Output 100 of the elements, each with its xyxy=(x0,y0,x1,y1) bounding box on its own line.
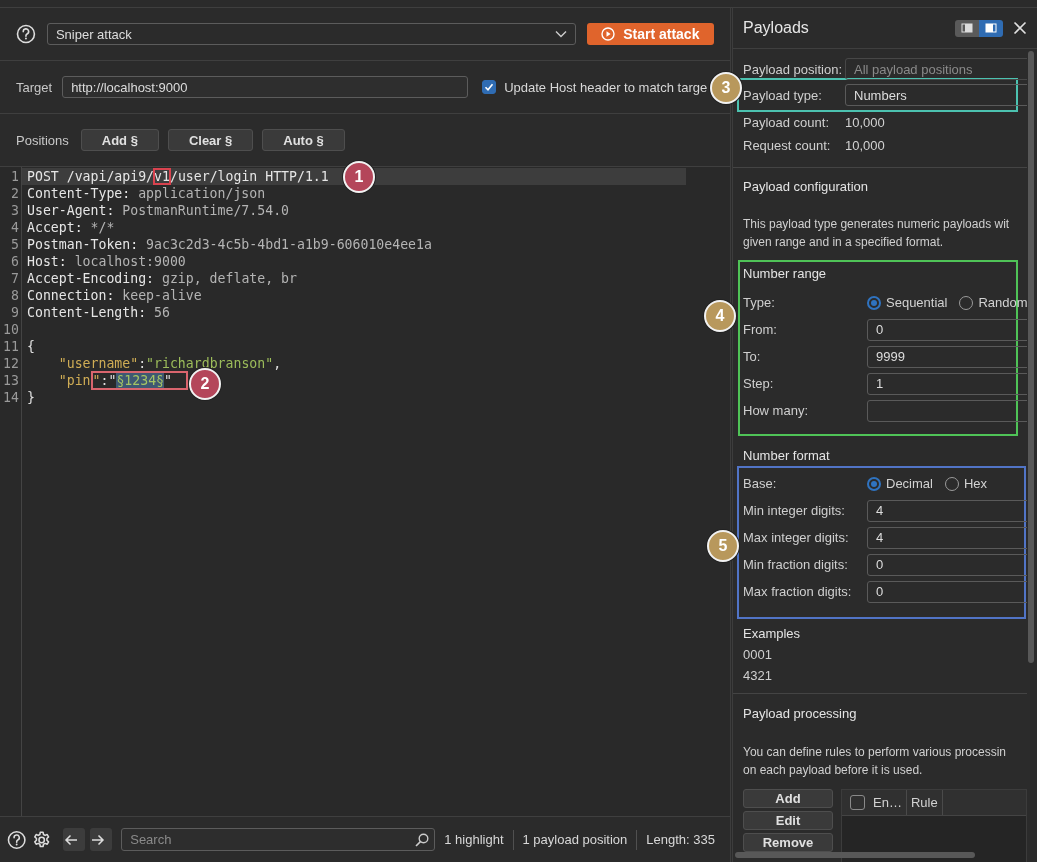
scrollbar[interactable] xyxy=(735,852,975,858)
line-number: 7 xyxy=(10,270,19,287)
code-line: } xyxy=(26,389,36,406)
rule-button[interactable]: Edit xyxy=(743,811,833,830)
field-label: Max integer digits: xyxy=(743,530,850,545)
code-line: Accept: */* xyxy=(26,219,116,236)
input-field[interactable]: 0 xyxy=(867,580,1027,603)
line-number: 10 xyxy=(2,321,19,338)
forward-arrow-button[interactable] xyxy=(89,828,113,851)
line-number: 5 xyxy=(10,236,19,253)
example-value: 4321 xyxy=(743,667,773,685)
annotation-badge: 5 xyxy=(707,530,739,562)
field-label: Base: xyxy=(743,476,778,491)
line-number: 6 xyxy=(10,253,19,270)
settings-icon[interactable] xyxy=(32,829,52,850)
code-line: Content-Length: 56 xyxy=(26,304,171,321)
play-circle-icon xyxy=(601,27,616,41)
field-label: Payload position: xyxy=(743,61,843,77)
rule-button[interactable]: Remove xyxy=(743,833,833,852)
line-number: 14 xyxy=(2,389,19,406)
description-text: given range and in a specified format. xyxy=(743,234,945,251)
check-icon xyxy=(484,82,495,92)
input-field[interactable]: 0 xyxy=(867,318,1027,341)
target-url-field[interactable]: http://localhost:9000 xyxy=(62,76,469,98)
radio-button[interactable] xyxy=(867,476,881,491)
panel-title: Payloads xyxy=(743,19,810,37)
radio-button[interactable] xyxy=(867,295,881,310)
description-text: on each payload before it is used. xyxy=(743,762,924,779)
field-label: Payload count: xyxy=(743,115,830,130)
field-label: To: xyxy=(743,349,762,364)
input-field[interactable] xyxy=(867,399,1027,422)
line-number: 11 xyxy=(2,338,19,355)
checkbox[interactable] xyxy=(850,795,865,810)
field-label: Step: xyxy=(743,376,775,391)
target-label: Target xyxy=(16,79,53,95)
radio-option[interactable]: Hex xyxy=(944,476,988,491)
back-arrow-icon xyxy=(63,833,78,846)
line-number: 13 xyxy=(2,372,19,389)
input-field[interactable]: 4 xyxy=(867,526,1027,549)
input-field[interactable]: 9999 xyxy=(867,345,1027,368)
column-header[interactable]: En… xyxy=(842,790,907,815)
radio-option[interactable]: Decimal xyxy=(867,476,933,491)
search-field[interactable]: Search xyxy=(121,828,436,851)
help-icon[interactable] xyxy=(16,24,36,44)
code-line: Host: localhost:9000 xyxy=(26,253,187,270)
left-panel-icon xyxy=(961,23,973,33)
search-icon[interactable] xyxy=(415,833,430,847)
attack-type-dropdown[interactable]: Sniper attack xyxy=(46,23,576,45)
layout-toggle[interactable] xyxy=(979,19,1003,37)
code-line: Accept-Encoding: gzip, deflate, br xyxy=(26,270,298,287)
line-number: 12 xyxy=(2,355,19,372)
field-label: Request count: xyxy=(743,138,832,153)
radio-option[interactable]: Sequential xyxy=(867,295,948,310)
input-field[interactable]: 0 xyxy=(867,553,1027,576)
checkbox-label: Update Host header to match targe xyxy=(504,79,708,95)
chevron-down-icon xyxy=(554,30,567,38)
code-line: Postman-Token: 9ac3c2d3-4c5b-4bd1-a1b9-606010e4ee1a xyxy=(26,236,433,253)
section-title: Payload processing xyxy=(743,705,858,723)
field-label: How many: xyxy=(743,403,810,418)
section-title: Number format xyxy=(743,447,831,465)
count-value: 10,000 xyxy=(845,115,885,130)
field-label: From: xyxy=(743,322,778,337)
section-title: Payload configuration xyxy=(743,178,870,196)
close-icon[interactable] xyxy=(1013,21,1027,35)
line-number: 9 xyxy=(10,304,19,321)
code-line: Connection: keep-alive xyxy=(26,287,203,304)
description-text: You can define rules to perform various processin xyxy=(743,744,1008,761)
input-field[interactable]: 4 xyxy=(867,499,1027,522)
help-icon[interactable] xyxy=(7,829,27,850)
back-arrow-button[interactable] xyxy=(62,828,85,851)
field-label: Payload type: xyxy=(743,87,823,103)
input-field[interactable]: 1 xyxy=(867,372,1027,395)
scrollbar[interactable] xyxy=(1028,51,1034,663)
forward-arrow-icon xyxy=(91,833,106,846)
field-label: Min fraction digits: xyxy=(743,557,849,572)
column-header[interactable]: Rule xyxy=(906,790,943,815)
checkbox[interactable] xyxy=(482,80,497,94)
position-button[interactable]: Auto § xyxy=(262,129,345,151)
line-number: 8 xyxy=(10,287,19,304)
status-text: 1 payload position xyxy=(512,829,637,850)
right-panel-icon xyxy=(985,23,997,33)
position-button[interactable]: Clear § xyxy=(167,129,254,151)
count-value: 10,000 xyxy=(845,138,885,153)
annotation-badge: 1 xyxy=(343,161,375,193)
code-line: { xyxy=(26,338,36,355)
section-title: Number range xyxy=(743,265,828,283)
status-text: 1 highlight xyxy=(443,830,505,849)
line-number: 1 xyxy=(10,168,19,185)
example-value: 0001 xyxy=(743,646,773,664)
status-text: Length: 335 xyxy=(636,829,724,850)
code-line: User-Agent: PostmanRuntime/7.54.0 xyxy=(26,202,290,219)
annotation-badge: 3 xyxy=(710,72,742,104)
field-label: Type: xyxy=(743,295,776,310)
input-field[interactable]: Numbers xyxy=(845,84,1027,106)
line-number: 3 xyxy=(10,202,19,219)
layout-toggle[interactable] xyxy=(955,19,979,37)
line-number: 4 xyxy=(10,219,19,236)
position-button[interactable]: Add § xyxy=(80,129,159,151)
field-label: Min integer digits: xyxy=(743,503,846,518)
rule-button[interactable]: Add xyxy=(743,789,833,808)
